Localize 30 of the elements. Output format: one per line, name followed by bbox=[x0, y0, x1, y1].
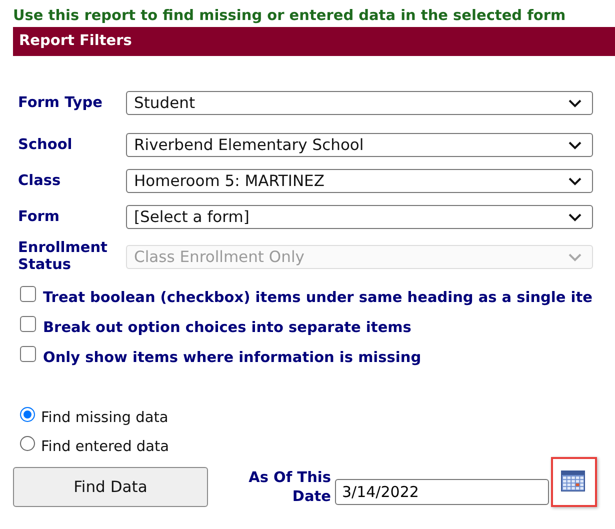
dropdown[interactable]: Homeroom 5: MARTINEZ bbox=[126, 169, 593, 193]
dropdown[interactable]: Riverbend Elementary School bbox=[126, 133, 593, 157]
date-field[interactable]: 3/14/2022 bbox=[335, 479, 549, 505]
chevron-icon bbox=[568, 176, 582, 186]
chevron-icon bbox=[568, 140, 582, 150]
dropdown[interactable]: Student bbox=[126, 91, 593, 115]
checkbox[interactable] bbox=[20, 316, 36, 332]
radio-button[interactable] bbox=[20, 436, 35, 451]
instruction-text: Use this report to find missing or entered data in the selected form bbox=[12, 7, 567, 24]
checkbox[interactable] bbox=[20, 286, 36, 302]
find-data-button[interactable]: Find Data bbox=[13, 467, 208, 507]
field-label: Class bbox=[18, 172, 62, 190]
calendar-icon[interactable] bbox=[561, 470, 585, 492]
checkbox-label: Break out option choices into separate items bbox=[43, 320, 412, 336]
date-label: As Of This Date bbox=[248, 469, 331, 507]
field-label: Form bbox=[18, 208, 61, 226]
radio-label: Find entered data bbox=[41, 438, 170, 454]
radio-label: Find missing data bbox=[41, 410, 168, 426]
section-header: Report Filters bbox=[13, 27, 615, 56]
checkbox-label: Treat boolean (checkbox) items under same heading as a single ite bbox=[43, 290, 593, 306]
chevron-icon bbox=[568, 212, 582, 222]
checkbox-label: Only show items where information is missing bbox=[43, 350, 422, 366]
chevron-icon bbox=[568, 98, 582, 108]
field-label: School bbox=[18, 136, 74, 154]
field-label: Enrollment Status bbox=[18, 240, 108, 274]
field-label: Form Type bbox=[18, 94, 104, 112]
chevron-icon bbox=[568, 252, 582, 262]
radio-button[interactable] bbox=[20, 407, 35, 422]
dropdown[interactable]: [Select a form] bbox=[126, 205, 593, 229]
checkbox[interactable] bbox=[20, 346, 36, 362]
